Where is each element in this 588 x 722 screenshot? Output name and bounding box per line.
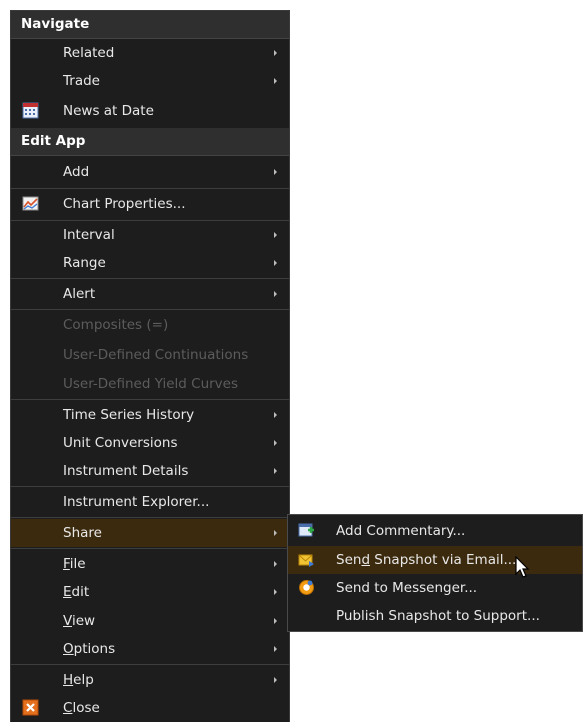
menu-item-label: Close [63,700,100,716]
menu-item-unit-conversions[interactable]: Unit Conversions [11,429,289,457]
menu-item-trade[interactable]: Trade [11,67,289,95]
submenu-arrow-icon [274,50,277,56]
menu-item-instrument-explorer[interactable]: Instrument Explorer... [11,488,289,516]
menu-item-user-defined-yield-curves: User-Defined Yield Curves [11,370,289,398]
menu-item-composites: Composites (=) [11,311,289,339]
submenu-item-send-to-messenger[interactable]: Send to Messenger... [288,574,582,602]
menu-item-label: Related [63,45,115,61]
menu-item-help[interactable]: Help [11,666,289,694]
menu-item-label: Add [63,164,90,180]
email-icon [298,554,314,567]
menu-item-label: Publish Snapshot to Support... [336,608,540,624]
menu-item-time-series-history[interactable]: Time Series History [11,401,289,429]
submenu-arrow-icon [274,440,277,446]
submenu-item-publish-snapshot-support[interactable]: Publish Snapshot to Support... [288,602,582,630]
menu-item-label: View [63,613,96,629]
menu-item-add[interactable]: Add [11,158,289,186]
menu-item-label: Chart Properties... [63,196,186,212]
menu-item-instrument-details[interactable]: Instrument Details [11,457,289,485]
menu-separator [11,486,289,487]
menu-item-file[interactable]: File [11,550,289,578]
submenu-arrow-icon [274,169,277,175]
menu-separator [11,399,289,400]
menu-item-label: File [63,556,86,572]
menu-item-label: Instrument Details [63,463,189,479]
submenu-arrow-icon [274,618,277,624]
menu-item-label: Help [63,672,94,688]
submenu-arrow-icon [274,412,277,418]
submenu-arrow-icon [274,468,277,474]
menu-item-label: Alert [63,286,96,302]
section-header-navigate: Navigate [11,11,289,39]
mouse-cursor-icon [515,556,530,578]
menu-item-label: Instrument Explorer... [63,494,210,510]
menu-item-options[interactable]: Options [11,635,289,663]
menu-item-label: Share [63,525,102,541]
menu-item-label: Send to Messenger... [336,580,478,596]
messenger-icon [299,580,314,595]
submenu-arrow-icon [274,291,277,297]
menu-separator [11,664,289,665]
menu-item-label: User-Defined Yield Curves [63,376,238,392]
menu-item-label: Interval [63,227,115,243]
menu-separator [11,188,289,189]
chart-icon [22,196,39,211]
menu-item-label: User-Defined Continuations [63,347,249,363]
menu-item-edit[interactable]: Edit [11,578,289,606]
menu-item-label: Composites (=) [63,317,169,333]
section-header-edit-app: Edit App [11,128,289,156]
submenu-arrow-icon [274,232,277,238]
menu-item-label: Send Snapshot via Email... [336,552,517,568]
menu-item-label: Edit [63,584,90,600]
menu-item-label: Range [63,255,106,271]
calendar-icon [22,102,39,119]
menu-item-news-at-date[interactable]: News at Date [11,97,289,125]
menu-item-range[interactable]: Range [11,249,289,277]
menu-item-label: Options [63,641,116,657]
menu-item-label: Time Series History [63,407,195,423]
menu-item-label: Unit Conversions [63,435,178,451]
submenu-arrow-icon [274,260,277,266]
menu-separator [11,517,289,518]
menu-item-close[interactable]: Close [11,694,289,722]
submenu-arrow-icon [274,589,277,595]
menu-item-label: News at Date [63,103,154,119]
submenu-arrow-icon [274,646,277,652]
menu-item-view[interactable]: View [11,607,289,635]
menu-item-chart-properties[interactable]: Chart Properties... [11,190,289,218]
share-submenu: Add Commentary... Send Snapshot via Emai… [287,514,583,632]
menu-item-user-defined-continuations: User-Defined Continuations [11,341,289,369]
submenu-arrow-icon [274,677,277,683]
menu-item-interval[interactable]: Interval [11,221,289,249]
submenu-arrow-icon [274,561,277,567]
close-icon [22,699,39,716]
menu-item-alert[interactable]: Alert [11,280,289,308]
menu-separator [11,278,289,279]
submenu-item-add-commentary[interactable]: Add Commentary... [288,517,582,545]
menu-item-label: Trade [63,73,100,89]
submenu-item-send-snapshot-email[interactable]: Send Snapshot via Email... [288,546,582,574]
submenu-arrow-icon [274,78,277,84]
menu-item-share[interactable]: Share [11,519,289,547]
context-menu: Navigate Related Trade News at Date Edit… [10,10,290,722]
commentary-icon [298,523,314,537]
menu-separator [11,548,289,549]
menu-item-related[interactable]: Related [11,39,289,67]
submenu-arrow-icon [274,530,277,536]
menu-item-label: Add Commentary... [336,523,466,539]
menu-separator [11,309,289,310]
